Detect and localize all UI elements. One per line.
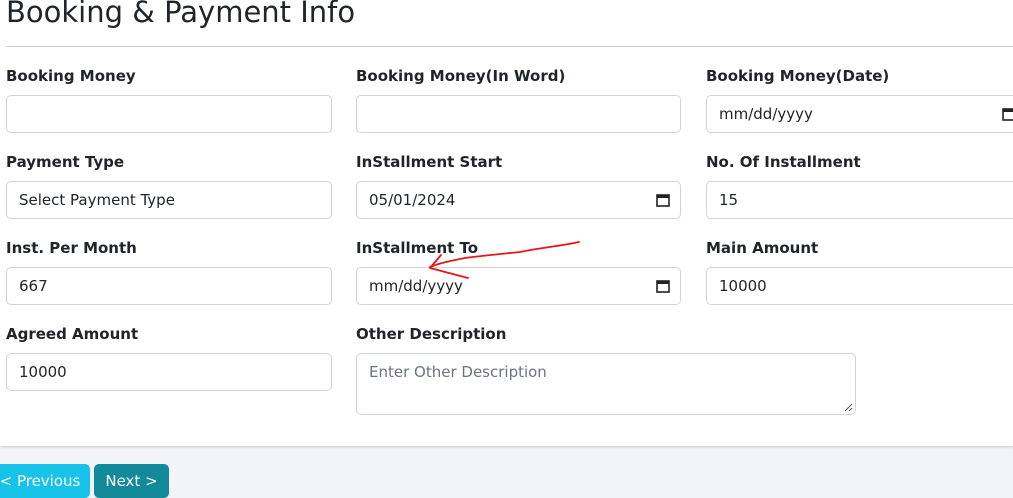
booking-money-word-label: Booking Money(In Word) (356, 67, 566, 85)
other-description-textarea[interactable]: Enter Other Description (356, 353, 856, 415)
payment-type-select[interactable]: Select Payment Type (6, 181, 332, 219)
no-of-installment-input[interactable]: 15 (706, 181, 1013, 219)
booking-money-word-input[interactable] (356, 95, 681, 133)
booking-money-input[interactable] (6, 95, 332, 133)
agreed-amount-label: Agreed Amount (6, 325, 139, 343)
other-description-label: Other Description (356, 325, 507, 343)
payment-type-value: Select Payment Type (19, 191, 175, 209)
red-arrow-annotation (429, 241, 580, 279)
inst-per-month-value: 667 (19, 277, 48, 295)
installment-start-value: 05/01/2024 (369, 191, 456, 209)
next-button[interactable]: Next > (94, 464, 169, 498)
main-amount-input[interactable]: 10000 (706, 267, 1013, 305)
booking-money-label: Booking Money (6, 67, 136, 85)
installment-start-label: InStallment Start (356, 153, 503, 171)
resize-handle-icon[interactable] (844, 403, 853, 412)
other-description-placeholder: Enter Other Description (369, 363, 547, 381)
agreed-amount-value: 10000 (19, 363, 67, 381)
calendar-icon[interactable] (656, 279, 670, 293)
main-amount-value: 10000 (719, 277, 767, 295)
inst-per-month-input[interactable]: 667 (6, 267, 332, 305)
installment-start-input[interactable]: 05/01/2024 (356, 181, 681, 219)
no-of-installment-value: 15 (719, 191, 739, 209)
booking-money-date-placeholder: mm/dd/yyyy (719, 105, 813, 123)
main-amount-label: Main Amount (706, 239, 819, 257)
payment-type-label: Payment Type (6, 153, 125, 171)
booking-payment-card: Booking & Payment Info Booking Money Boo… (0, 0, 1013, 446)
previous-button[interactable]: < Previous (0, 464, 90, 498)
calendar-icon[interactable] (1002, 107, 1013, 121)
inst-per-month-label: Inst. Per Month (6, 239, 137, 257)
booking-money-date-label: Booking Money(Date) (706, 67, 890, 85)
agreed-amount-input[interactable]: 10000 (6, 353, 332, 391)
booking-money-date-input[interactable]: mm/dd/yyyy (706, 95, 1013, 133)
title-divider (6, 46, 1013, 47)
calendar-icon[interactable] (656, 193, 670, 207)
page-title: Booking & Payment Info (6, 0, 356, 29)
no-of-installment-label: No. Of Installment (706, 153, 861, 171)
